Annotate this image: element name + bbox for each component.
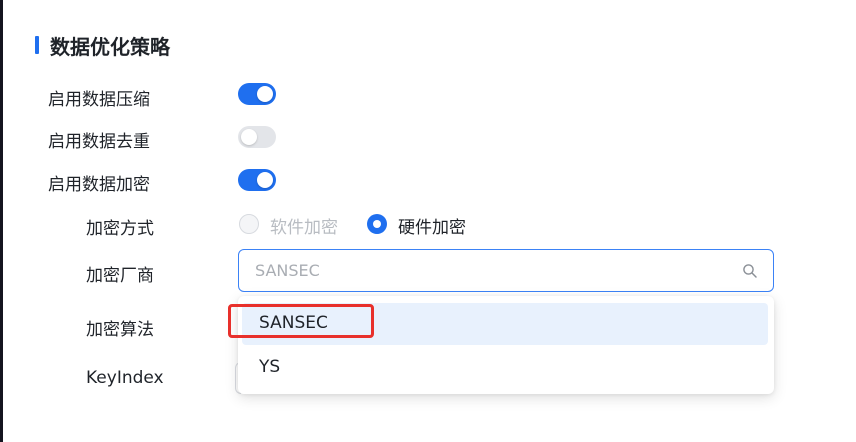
encryption-toggle[interactable] — [238, 169, 276, 191]
dedup-label: 启用数据去重 — [48, 132, 150, 152]
toggle-knob — [257, 86, 273, 102]
compression-toggle[interactable] — [238, 83, 276, 105]
radio-dot — [373, 220, 381, 228]
vendor-select-input[interactable]: SANSEC — [238, 249, 774, 292]
software-encryption-label[interactable]: 软件加密 — [270, 213, 338, 238]
encryption-vendor-label: 加密厂商 — [86, 266, 154, 286]
toggle-knob — [257, 172, 273, 188]
window-left-edge — [0, 0, 3, 442]
hardware-encryption-label[interactable]: 硬件加密 — [398, 213, 466, 238]
search-icon — [743, 264, 757, 278]
radio-software-encryption[interactable] — [239, 214, 259, 234]
dedup-toggle[interactable] — [238, 126, 276, 148]
option-label: YS — [259, 357, 281, 377]
annotation-highlight-box — [228, 304, 374, 338]
encryption-algorithm-label: 加密算法 — [86, 320, 154, 340]
compression-label: 启用数据压缩 — [48, 90, 150, 110]
section-accent-bar — [35, 36, 39, 54]
keyindex-label: KeyIndex — [86, 368, 164, 388]
encryption-label: 启用数据加密 — [48, 175, 150, 195]
dropdown-option-ys[interactable]: YS — [242, 347, 768, 389]
encryption-method-label: 加密方式 — [86, 219, 154, 239]
vendor-select-value: SANSEC — [255, 261, 320, 280]
section-title: 数据优化策略 — [50, 35, 170, 59]
toggle-knob — [241, 129, 257, 145]
radio-hardware-encryption[interactable] — [367, 214, 387, 234]
